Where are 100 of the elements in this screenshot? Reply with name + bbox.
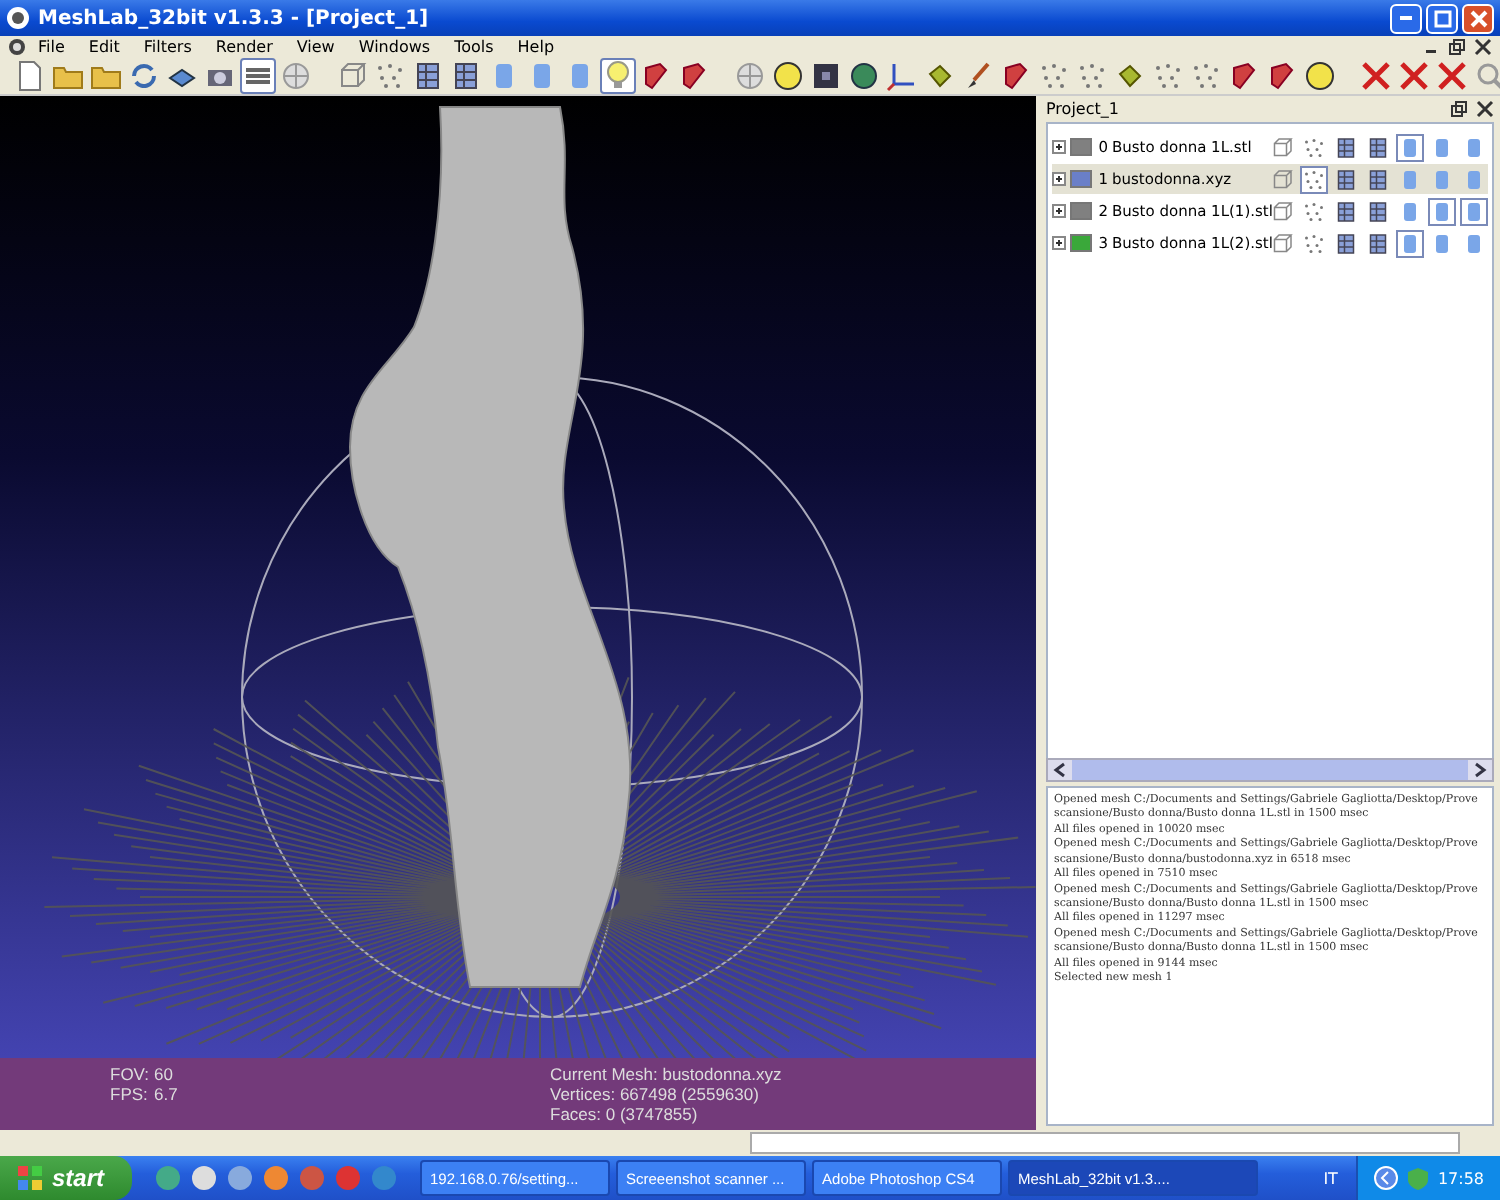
language-indicator[interactable]: IT bbox=[1311, 1169, 1350, 1187]
cylinder-mode-button[interactable] bbox=[1460, 197, 1488, 225]
circle-icon bbox=[772, 60, 804, 92]
wireframe-icon bbox=[412, 60, 444, 92]
cube-mode-button[interactable] bbox=[1268, 133, 1296, 161]
paint-bucket-icon bbox=[924, 60, 956, 92]
expand-icon[interactable] bbox=[1052, 236, 1066, 250]
axes-button[interactable] bbox=[884, 58, 920, 94]
quick-launch-icon[interactable] bbox=[226, 1164, 255, 1192]
start-button[interactable]: start bbox=[0, 1156, 133, 1200]
wireframe-mode-button[interactable] bbox=[1364, 133, 1392, 161]
cube-mode-button[interactable] bbox=[1268, 165, 1296, 193]
wireframe-icon bbox=[450, 60, 482, 92]
chevron-icon[interactable] bbox=[1373, 1166, 1398, 1190]
close-icon[interactable] bbox=[1476, 100, 1494, 118]
wireframe-icon bbox=[1334, 199, 1358, 223]
point-cloud-button[interactable] bbox=[1074, 58, 1110, 94]
layers-button[interactable] bbox=[240, 58, 276, 94]
light-bulb-icon bbox=[602, 60, 634, 92]
paint-bucket-icon bbox=[1114, 60, 1146, 92]
wireframe-mode-button[interactable] bbox=[1332, 229, 1360, 257]
horizontal-scrollbar[interactable] bbox=[1046, 758, 1494, 782]
refresh-button[interactable] bbox=[126, 58, 162, 94]
x-mark-button[interactable] bbox=[1396, 58, 1432, 94]
cylinder-icon bbox=[1462, 135, 1486, 159]
menu-item[interactable]: View bbox=[284, 38, 347, 56]
x-mark-button[interactable] bbox=[1358, 58, 1394, 94]
close-icon bbox=[1469, 9, 1487, 27]
polygon-icon bbox=[1228, 60, 1260, 92]
cylinder-icon bbox=[1430, 167, 1454, 191]
quick-launch-icon[interactable] bbox=[262, 1164, 291, 1192]
point-cloud-button[interactable] bbox=[1150, 58, 1186, 94]
vertices-text: Vertices: 667498 (2559630) bbox=[550, 1084, 761, 1104]
menu-item[interactable]: Tools bbox=[442, 38, 506, 56]
minimize-button[interactable] bbox=[1390, 3, 1422, 33]
menu-item[interactable]: Render bbox=[203, 38, 285, 56]
quick-launch-icon[interactable] bbox=[154, 1164, 183, 1192]
light-bulb-button[interactable] bbox=[600, 58, 636, 94]
point-cloud-button[interactable] bbox=[372, 58, 408, 94]
menu-item[interactable]: Edit bbox=[76, 38, 132, 56]
fov-label: FOV: bbox=[110, 1064, 152, 1084]
circle-icon bbox=[1304, 60, 1336, 92]
cylinder-icon bbox=[1398, 135, 1422, 159]
quick-launch-icon[interactable] bbox=[190, 1164, 219, 1192]
point-cloud-icon bbox=[1302, 135, 1326, 159]
cube-mode-button[interactable] bbox=[1268, 229, 1296, 257]
wireframe-mode-button[interactable] bbox=[1364, 197, 1392, 225]
point-cloud-button[interactable] bbox=[1188, 58, 1224, 94]
page-icon bbox=[14, 60, 46, 92]
wireframe-mode-button[interactable] bbox=[1332, 197, 1360, 225]
viewport-3d[interactable]: FOV: 60 FPS: 6.7 Current Mesh: bustodonna.xyz Vertices: 667498 (2559630) Faces: 0 (3747855) bbox=[0, 96, 1036, 1130]
point-cloud-icon bbox=[1302, 167, 1326, 191]
x-mark-icon bbox=[1398, 60, 1430, 92]
circle-button[interactable] bbox=[770, 58, 806, 94]
float-icon[interactable] bbox=[1450, 100, 1468, 118]
point-cloud-mode-button[interactable] bbox=[1300, 197, 1328, 225]
cylinder-icon bbox=[1462, 199, 1486, 223]
point-cloud-icon bbox=[1302, 231, 1326, 255]
ball-button[interactable] bbox=[846, 58, 882, 94]
scroll-right-icon[interactable] bbox=[1468, 760, 1492, 780]
expand-icon[interactable] bbox=[1052, 204, 1066, 218]
wireframe-mode-button[interactable] bbox=[1332, 165, 1360, 193]
scroll-left-icon[interactable] bbox=[1048, 760, 1072, 780]
globe-button[interactable] bbox=[278, 58, 314, 94]
fov-value: 60 bbox=[154, 1064, 173, 1084]
menu-item[interactable]: Filters bbox=[131, 38, 204, 56]
cube-icon bbox=[1270, 199, 1294, 223]
point-cloud-mode-button[interactable] bbox=[1300, 133, 1328, 161]
point-cloud-button[interactable] bbox=[1036, 58, 1072, 94]
app-logo-icon bbox=[8, 38, 26, 56]
circle-button[interactable] bbox=[1302, 58, 1338, 94]
restore-icon[interactable] bbox=[1448, 38, 1466, 56]
menu-item[interactable]: Help bbox=[505, 38, 567, 56]
close-icon[interactable] bbox=[1474, 38, 1492, 56]
cylinder-mode-button[interactable] bbox=[1428, 197, 1456, 225]
cube-mode-button[interactable] bbox=[1268, 197, 1296, 225]
x-mark-button[interactable] bbox=[1434, 58, 1470, 94]
menu-item[interactable]: Windows bbox=[346, 38, 443, 56]
square-button[interactable] bbox=[808, 58, 844, 94]
maximize-button[interactable] bbox=[1426, 3, 1458, 33]
menu-item[interactable]: File bbox=[26, 38, 77, 56]
wireframe-mode-button[interactable] bbox=[1332, 133, 1360, 161]
x-mark-icon bbox=[1360, 60, 1392, 92]
expand-icon[interactable] bbox=[1052, 140, 1066, 154]
point-cloud-icon bbox=[1038, 60, 1070, 92]
cylinder-icon bbox=[1430, 135, 1454, 159]
wireframe-icon bbox=[1366, 135, 1390, 159]
panel-title: Project_1 bbox=[1046, 100, 1121, 118]
clock: 17:58 bbox=[1437, 1169, 1484, 1187]
wireframe-mode-button[interactable] bbox=[1364, 229, 1392, 257]
wireframe-mode-button[interactable] bbox=[1364, 165, 1392, 193]
close-button[interactable] bbox=[1462, 3, 1494, 33]
point-cloud-icon bbox=[1152, 60, 1184, 92]
point-cloud-icon bbox=[374, 60, 406, 92]
globe-icon bbox=[280, 60, 312, 92]
expand-icon[interactable] bbox=[1052, 172, 1066, 186]
point-cloud-mode-button[interactable] bbox=[1300, 165, 1328, 193]
point-cloud-icon bbox=[1302, 199, 1326, 223]
point-cloud-mode-button[interactable] bbox=[1300, 229, 1328, 257]
polygon-icon bbox=[1266, 60, 1298, 92]
